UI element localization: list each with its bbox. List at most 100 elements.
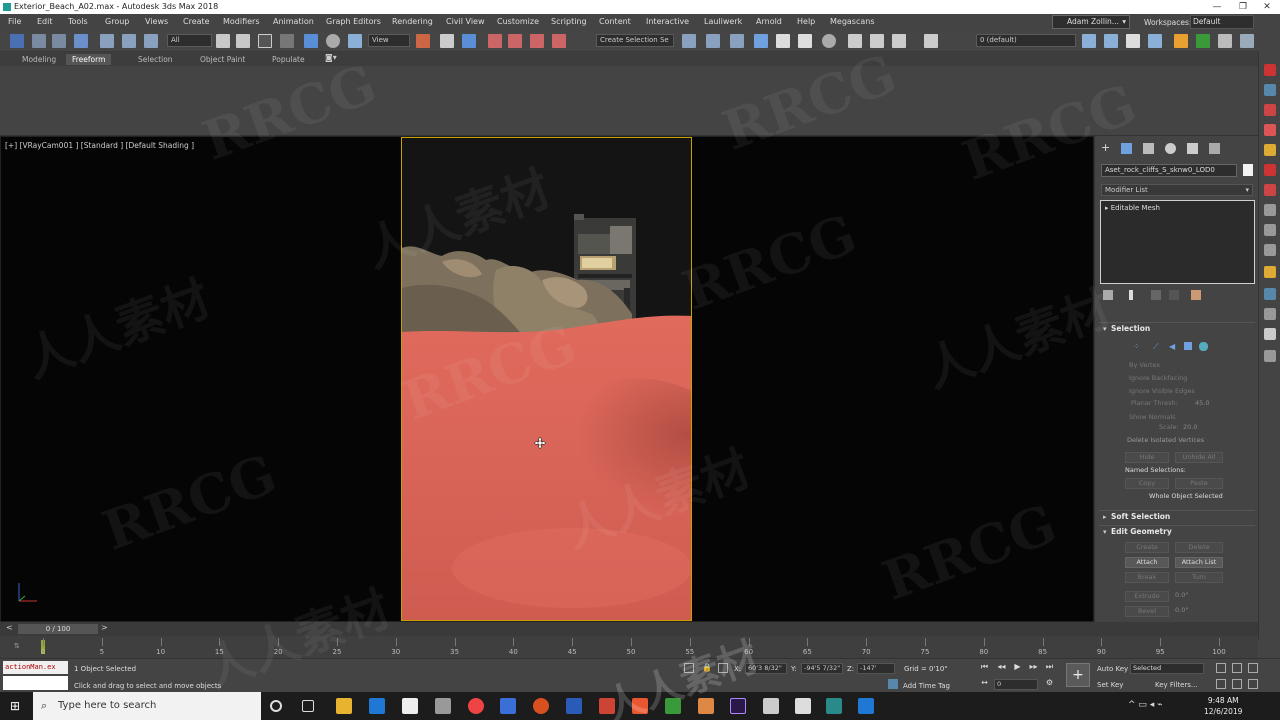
camtasia-icon[interactable] — [665, 698, 681, 714]
after-effects-icon[interactable] — [730, 698, 746, 714]
unlink-icon[interactable] — [122, 34, 136, 48]
keyboard-shortcut-icon[interactable] — [462, 34, 476, 48]
menu-tools[interactable]: Tools — [68, 17, 88, 26]
layer-dropdown[interactable]: 0 (default) — [976, 34, 1076, 47]
set-key-button[interactable]: Set Key — [1097, 681, 1123, 689]
select-link-icon[interactable] — [10, 34, 24, 48]
delete-button[interactable]: Delete — [1175, 542, 1223, 553]
redo-icon[interactable] — [52, 34, 66, 48]
remove-modifier-icon[interactable] — [1169, 290, 1179, 300]
strip-tool-15-icon[interactable] — [1264, 350, 1276, 362]
add-to-layer-icon[interactable] — [1104, 34, 1118, 48]
strip-tool-7-icon[interactable] — [1264, 184, 1276, 196]
task-view-icon[interactable] — [302, 700, 314, 712]
extrude-button[interactable]: Extrude — [1125, 591, 1169, 602]
workspace-dropdown[interactable]: Default — [1190, 15, 1254, 29]
menu-file[interactable]: File — [8, 17, 21, 26]
strip-tool-8-icon[interactable] — [1264, 204, 1276, 216]
rollout-selection[interactable]: Selection — [1099, 322, 1255, 335]
strip-tool-9-icon[interactable] — [1264, 224, 1276, 236]
photos-icon[interactable] — [795, 698, 811, 714]
material-editor-icon[interactable] — [822, 34, 836, 48]
bevel-field[interactable]: 0.0" — [1175, 606, 1188, 614]
undo-icon[interactable] — [32, 34, 46, 48]
tools-icon[interactable] — [1218, 34, 1232, 48]
schematic-view-icon[interactable] — [798, 34, 812, 48]
strip-tool-11-icon[interactable] — [1264, 266, 1276, 278]
pin-stack-icon[interactable] — [1103, 290, 1113, 300]
reference-coord-dropdown[interactable]: View — [368, 34, 410, 47]
windows-start-icon[interactable]: ⊞ — [10, 699, 24, 713]
align-icon[interactable] — [706, 34, 720, 48]
menu-megascans[interactable]: Megascans — [830, 17, 875, 26]
bevel-button[interactable]: Bevel — [1125, 606, 1169, 617]
strip-tool-4-icon[interactable] — [1264, 124, 1276, 136]
configure-sets-icon[interactable] — [1191, 290, 1201, 300]
select-object-icon[interactable] — [216, 34, 230, 48]
x-field[interactable]: 60'3 8/32" — [745, 663, 787, 674]
create-layer-icon[interactable] — [1082, 34, 1096, 48]
ignore-backfacing-checkbox[interactable]: Ignore Backfacing — [1129, 374, 1187, 382]
lock-icon[interactable]: 🔒 — [702, 663, 712, 672]
menu-customize[interactable]: Customize — [497, 17, 539, 26]
modify-tab-icon[interactable] — [1121, 143, 1132, 154]
attach-list-button[interactable]: Attach List — [1175, 557, 1223, 568]
transform-mode-icon[interactable] — [718, 663, 728, 673]
ignore-visible-edges-checkbox[interactable]: Ignore Visible Edges — [1129, 387, 1195, 395]
zoom-icon[interactable] — [1216, 663, 1226, 673]
display-tab-icon[interactable] — [1187, 143, 1198, 154]
maxscript-listener[interactable]: actionMan.ex — [3, 661, 68, 674]
forest-pack-icon[interactable] — [1174, 34, 1188, 48]
strip-tool-6-icon[interactable] — [1264, 164, 1276, 176]
edge-browser-icon[interactable] — [369, 698, 385, 714]
layer-explorer-icon[interactable] — [730, 34, 744, 48]
menu-group[interactable]: Group — [105, 17, 129, 26]
strip-tool-14-icon[interactable] — [1264, 328, 1276, 340]
show-normals-checkbox[interactable]: Show Normals — [1129, 413, 1176, 421]
utilities-tab-icon[interactable] — [1209, 143, 1220, 154]
key-filters-button[interactable]: Key Filters... — [1155, 681, 1198, 689]
key-mode-icon[interactable]: ↔ — [978, 678, 991, 690]
zoom-extents-icon[interactable] — [1248, 663, 1258, 673]
menu-edit[interactable]: Edit — [37, 17, 53, 26]
by-vertex-checkbox[interactable]: By Vertex — [1129, 361, 1160, 369]
menu-modifiers[interactable]: Modifiers — [223, 17, 260, 26]
menu-content[interactable]: Content — [599, 17, 631, 26]
extrude-field[interactable]: 0.0" — [1175, 591, 1188, 599]
close-button[interactable]: ✕ — [1254, 0, 1280, 14]
next-frame-icon[interactable]: > — [101, 623, 108, 632]
show-end-result-icon[interactable] — [1129, 290, 1133, 300]
tab-object-paint[interactable]: Object Paint — [194, 54, 251, 65]
app-icon-17[interactable] — [858, 698, 874, 714]
paste-button[interactable]: Paste — [1175, 478, 1223, 489]
menu-scripting[interactable]: Scripting — [551, 17, 587, 26]
scale-field[interactable]: 20.0 — [1183, 423, 1197, 431]
bind-icon[interactable] — [144, 34, 158, 48]
extra-tools-icon[interactable] — [1240, 34, 1254, 48]
named-selection-set-dropdown[interactable]: Create Selection Se — [596, 34, 674, 47]
create-button[interactable]: Create — [1125, 542, 1169, 553]
vertex-icon[interactable]: ⁘ — [1133, 342, 1140, 351]
3dsmax-taskbar-icon[interactable] — [826, 698, 842, 714]
chrome-icon[interactable] — [468, 698, 484, 714]
key-set-dropdown[interactable]: Selected — [1130, 663, 1204, 674]
break-button[interactable]: Break — [1125, 572, 1169, 583]
pan-icon[interactable] — [1232, 679, 1242, 689]
edge-icon[interactable]: ⟋ — [1153, 342, 1159, 352]
mirror-icon[interactable] — [682, 34, 696, 48]
object-name-field[interactable]: Aset_rock_cliffs_S_sknw0_LOD0 — [1101, 164, 1237, 177]
tab-selection[interactable]: Selection — [132, 54, 179, 65]
menu-views[interactable]: Views — [145, 17, 168, 26]
z-field[interactable]: -147' — [857, 663, 895, 674]
scale-icon[interactable] — [348, 34, 362, 48]
taskbar-clock[interactable]: 9:48 AM 12/6/2019 — [1204, 695, 1242, 717]
link-icon[interactable] — [100, 34, 114, 48]
polygon-icon[interactable] — [1184, 342, 1192, 350]
media-player-icon[interactable] — [435, 698, 451, 714]
powerpoint-icon[interactable] — [533, 698, 549, 714]
strip-tool-12-icon[interactable] — [1264, 288, 1276, 300]
user-account-dropdown[interactable]: Adam Zollin... ▾ — [1052, 15, 1130, 29]
strip-tool-2-icon[interactable] — [1264, 84, 1276, 96]
motion-tab-icon[interactable] — [1165, 143, 1176, 154]
viewport-label[interactable]: [+] [VRayCam001 ] [Standard ] [Default S… — [5, 141, 194, 150]
